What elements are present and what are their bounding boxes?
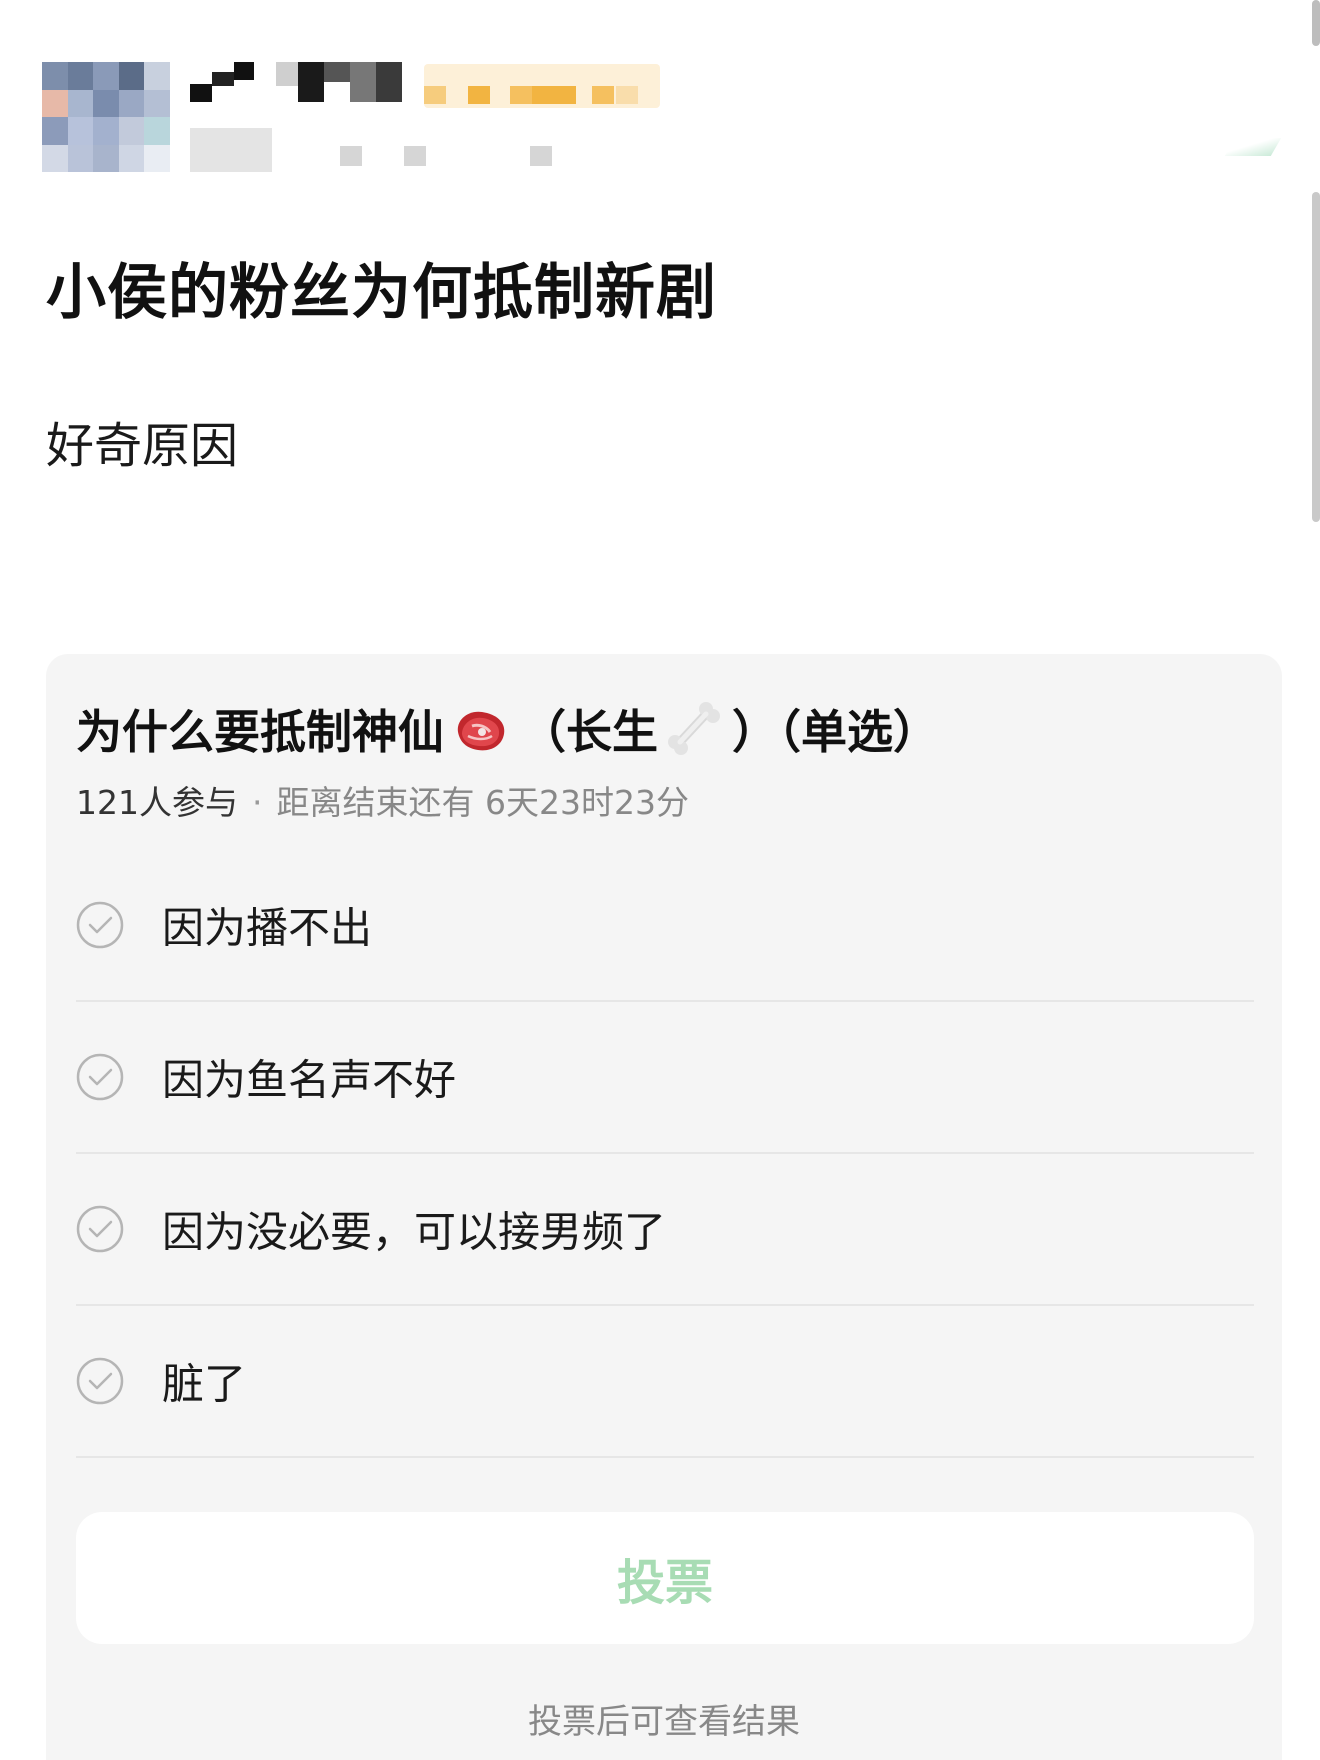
time-remaining: 距离结束还有 6天23时23分 bbox=[276, 783, 689, 822]
poll-question: 为什么要抵制神仙 （长生 ）（单选） bbox=[76, 696, 939, 767]
poll-option-label: 因为没必要，可以接男频了 bbox=[162, 1207, 667, 1257]
post-page: 小侯的粉丝为何抵制新剧 好奇原因 为什么要抵制神仙 （长生 ）（单选） 121人… bbox=[0, 0, 1320, 1760]
poll-question-text-2: （长生 bbox=[520, 705, 658, 759]
post-header bbox=[0, 0, 1320, 190]
scrollbar-edge bbox=[1312, 0, 1320, 46]
poll-option-label: 因为鱼名声不好 bbox=[162, 1055, 457, 1105]
avatar[interactable] bbox=[42, 62, 170, 172]
poll-option-4[interactable]: 脏了 bbox=[76, 1306, 1254, 1458]
poll-meta: 121人参与 · 距离结束还有 6天23时23分 bbox=[76, 776, 689, 824]
vote-hint: 投票后可查看结果 bbox=[528, 1702, 800, 1742]
participant-count: 121人参与 bbox=[76, 783, 238, 822]
poll-card: 为什么要抵制神仙 （长生 ）（单选） 121人参与 · 距离结束还有 6天23时23… bbox=[46, 654, 1282, 1760]
poll-question-text-3: ）（单选） bbox=[732, 705, 939, 759]
meat-icon bbox=[452, 706, 510, 767]
post-body: 好奇原因 bbox=[46, 418, 239, 474]
scrollbar[interactable] bbox=[1312, 192, 1320, 522]
decorative-mark bbox=[1224, 138, 1282, 156]
vote-button[interactable]: 投票 bbox=[76, 1512, 1254, 1644]
check-circle-icon[interactable] bbox=[76, 1205, 124, 1253]
poll-option-label: 因为播不出 bbox=[162, 903, 373, 953]
poll-options: 因为播不出 因为鱼名声不好 因为没必要，可以接男频了 脏了 bbox=[76, 850, 1254, 1458]
meta-separator: · bbox=[252, 783, 263, 822]
poll-option-1[interactable]: 因为播不出 bbox=[76, 850, 1254, 1002]
poll-question-text: 为什么要抵制神仙 bbox=[76, 705, 444, 759]
check-circle-icon[interactable] bbox=[76, 1357, 124, 1405]
post-title: 小侯的粉丝为何抵制新剧 bbox=[46, 258, 717, 328]
bone-icon bbox=[666, 702, 722, 767]
poll-option-label: 脏了 bbox=[162, 1359, 247, 1409]
check-circle-icon[interactable] bbox=[76, 901, 124, 949]
poll-option-3[interactable]: 因为没必要，可以接男频了 bbox=[76, 1154, 1254, 1306]
poll-option-2[interactable]: 因为鱼名声不好 bbox=[76, 1002, 1254, 1154]
check-circle-icon[interactable] bbox=[76, 1053, 124, 1101]
post-meta-redacted bbox=[190, 128, 552, 172]
user-badge-redacted bbox=[424, 64, 660, 108]
username-redacted[interactable] bbox=[190, 62, 405, 106]
